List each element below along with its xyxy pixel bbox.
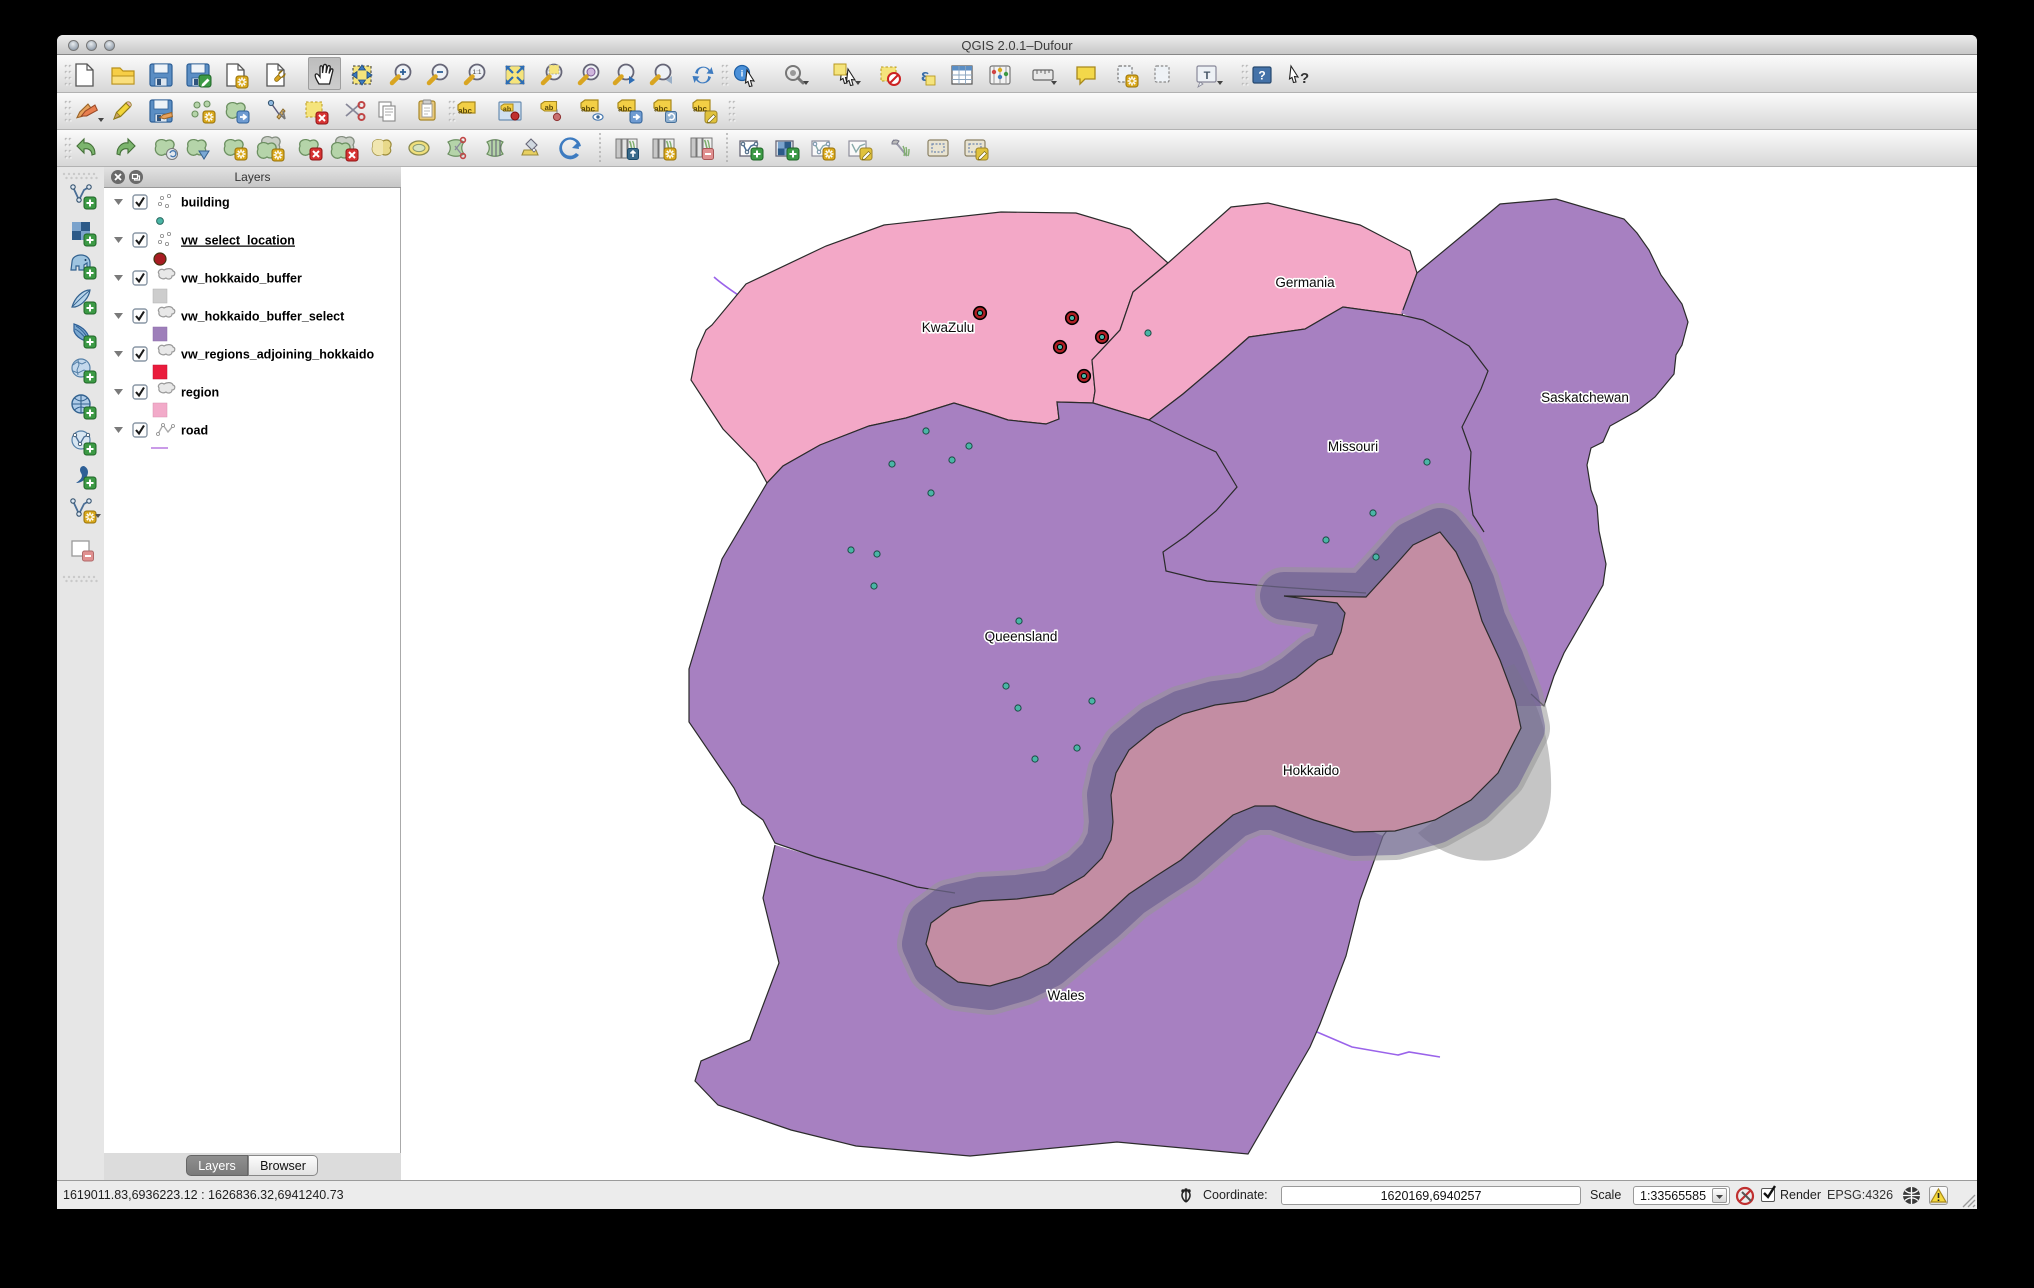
svg-text:Queensland: Queensland xyxy=(985,629,1058,644)
svg-text:vw_select_location: vw_select_location xyxy=(181,234,295,248)
svg-text:T: T xyxy=(1204,70,1211,82)
svg-text:building: building xyxy=(181,196,230,210)
svg-text:Wales: Wales xyxy=(1047,988,1084,1003)
svg-text:i: i xyxy=(741,69,744,79)
svg-text:vw_hokkaido_buffer: vw_hokkaido_buffer xyxy=(181,272,302,286)
svg-text:KwaZulu: KwaZulu xyxy=(922,320,975,335)
svg-text:Hokkaido: Hokkaido xyxy=(1283,763,1339,778)
svg-text:ab: ab xyxy=(503,107,511,114)
svg-text:Germania: Germania xyxy=(1275,275,1335,290)
svg-text:Saskatchewan: Saskatchewan xyxy=(1541,390,1629,405)
svg-text:ab: ab xyxy=(545,103,554,112)
svg-text:Missouri: Missouri xyxy=(1328,439,1378,454)
svg-text:?: ? xyxy=(1300,70,1309,87)
svg-text:region: region xyxy=(181,386,219,400)
svg-text:road: road xyxy=(181,424,208,438)
svg-text:1:1: 1:1 xyxy=(472,69,481,76)
svg-text:vw_hokkaido_buffer_select: vw_hokkaido_buffer_select xyxy=(181,310,345,324)
svg-text:vw_regions_adjoining_hokkaido: vw_regions_adjoining_hokkaido xyxy=(181,348,374,362)
